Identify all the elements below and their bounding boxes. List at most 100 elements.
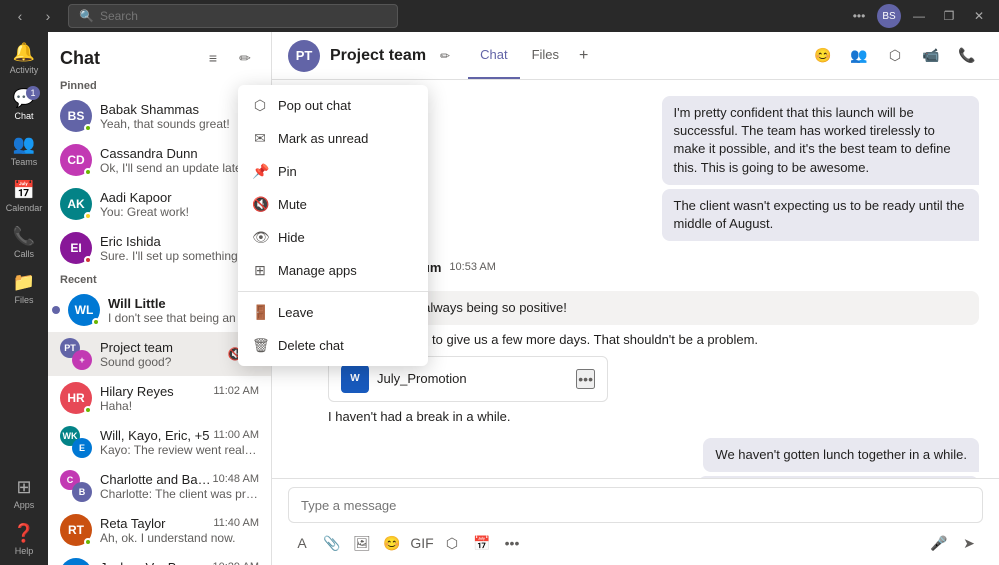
message-input[interactable]	[301, 498, 970, 513]
sidebar-item-calls[interactable]: 📞 Calls	[4, 220, 44, 264]
tab-files[interactable]: Files	[520, 33, 571, 79]
more-toolbar-button[interactable]: •••	[498, 529, 526, 557]
chat-item-name: Hilary Reyes	[100, 384, 174, 399]
list-item[interactable]: RT Reta Taylor 11:40 AM Ah, ok. I unders…	[48, 508, 271, 552]
avatar: EI	[60, 232, 92, 264]
context-menu-delete[interactable]: 🗑 Delete chat	[238, 329, 428, 362]
status-dot	[92, 318, 100, 326]
context-menu-hide[interactable]: 👁 Hide	[238, 221, 428, 254]
avatar: C B	[60, 470, 92, 502]
edit-title-icon[interactable]: ✏	[440, 49, 450, 63]
chat-item-name: Charlotte and Babak	[100, 472, 213, 487]
image-button[interactable]: 🖼	[348, 529, 376, 557]
chat-badge: 1	[26, 86, 40, 100]
sidebar-item-teams[interactable]: 👥 Teams	[4, 128, 44, 172]
titlebar-nav: ‹ ›	[8, 4, 60, 28]
apps-label: Apps	[14, 500, 35, 510]
format-button[interactable]: A	[288, 529, 316, 557]
context-menu: ⬡ Pop out chat ✉ Mark as unread 📌 Pin 🔇 …	[238, 85, 428, 366]
avatar: PT +	[60, 338, 92, 370]
sidebar-item-calendar[interactable]: 📅 Calendar	[4, 174, 44, 218]
message-text: I haven't had a break in a while.	[328, 408, 979, 426]
chat-item-name: Will, Kayo, Eric, +5	[100, 428, 209, 443]
chat-item-content: Will, Kayo, Eric, +5 11:00 AM Kayo: The …	[100, 428, 259, 457]
chat-item-content: Aadi Kapoor You: Great work!	[100, 190, 259, 219]
attach-button[interactable]: 📎	[318, 529, 346, 557]
tab-chat[interactable]: Chat	[468, 33, 519, 79]
titlebar: ‹ › 🔍 ••• BS — ❐ ✕	[0, 0, 999, 32]
user-avatar[interactable]: BS	[877, 4, 901, 28]
more-button[interactable]: •••	[847, 4, 871, 28]
sidebar-item-apps[interactable]: ⊞ Apps	[4, 471, 44, 515]
group-avatar: WK E	[60, 426, 92, 458]
filter-button[interactable]: ≡	[199, 44, 227, 72]
files-icon: 📁	[13, 272, 35, 293]
context-menu-pop-out[interactable]: ⬡ Pop out chat	[238, 89, 428, 122]
emoji-toolbar-button[interactable]: 😊	[378, 529, 406, 557]
context-menu-leave[interactable]: 🚪 Leave	[238, 296, 428, 329]
file-more-button[interactable]: •••	[576, 369, 595, 389]
unread-dot	[52, 306, 60, 314]
nav-back-button[interactable]: ‹	[8, 4, 32, 28]
group-avatar: PT +	[60, 338, 92, 370]
avatar: BS	[60, 100, 92, 132]
audio-call-button[interactable]: 📞	[951, 40, 983, 72]
message-input-box[interactable]	[288, 487, 983, 523]
chat-item-name: Eric Ishida	[100, 234, 161, 249]
close-button[interactable]: ✕	[967, 4, 991, 28]
leave-icon: 🚪	[252, 304, 268, 321]
avatar: HR	[60, 382, 92, 414]
context-menu-delete-label: Delete chat	[278, 338, 344, 353]
status-dot	[84, 256, 92, 264]
chat-panel-actions: ≡ ✏	[199, 44, 259, 72]
chat-nav-label: Chat	[14, 111, 33, 121]
chat-item-preview: Ah, ok. I understand now.	[100, 531, 259, 545]
dictation-button[interactable]: 🎤	[925, 529, 953, 557]
status-dot	[84, 124, 92, 132]
sidebar-item-files[interactable]: 📁 Files	[4, 266, 44, 310]
list-item[interactable]: WK E Will, Kayo, Eric, +5 11:00 AM Kayo:…	[48, 420, 271, 464]
teams-label: Teams	[11, 157, 38, 167]
context-menu-divider	[238, 291, 428, 292]
chat-main-actions: 😊 👥 ⬡ 📹 📞	[807, 40, 983, 72]
share-button[interactable]: ⬡	[879, 40, 911, 72]
chat-item-preview: Sound good?	[100, 355, 219, 369]
titlebar-search-box[interactable]: 🔍	[68, 4, 398, 28]
activity-label: Activity	[10, 65, 39, 75]
word-file-icon: W	[341, 365, 369, 393]
context-menu-mute[interactable]: 🔇 Mute	[238, 188, 428, 221]
calendar-icon: 📅	[13, 180, 35, 201]
nav-forward-button[interactable]: ›	[36, 4, 60, 28]
search-input[interactable]	[100, 9, 387, 23]
gif-button[interactable]: GIF	[408, 529, 436, 557]
context-menu-pin[interactable]: 📌 Pin	[238, 155, 428, 188]
context-menu-mark-unread[interactable]: ✉ Mark as unread	[238, 122, 428, 155]
maximize-button[interactable]: ❐	[937, 4, 961, 28]
participants-button[interactable]: 👥	[843, 40, 875, 72]
chat-item-name: Will Little	[108, 296, 166, 311]
sidebar-item-chat[interactable]: 💬 Chat 1	[4, 82, 44, 126]
chat-item-preview: You: Great work!	[100, 205, 259, 219]
video-call-button[interactable]: 📹	[915, 40, 947, 72]
schedule-button[interactable]: 📅	[468, 529, 496, 557]
context-menu-manage-apps[interactable]: ⊞ Manage apps	[238, 254, 428, 287]
send-button[interactable]: ➤	[955, 529, 983, 557]
minimize-button[interactable]: —	[907, 4, 931, 28]
sidebar-item-help[interactable]: ❓ Help	[4, 517, 44, 561]
sidebar-item-activity[interactable]: 🔔 Activity	[4, 36, 44, 80]
new-chat-button[interactable]: ✏	[231, 44, 259, 72]
sticker-button[interactable]: ⬡	[438, 529, 466, 557]
add-tab-button[interactable]: +	[571, 33, 596, 79]
list-item[interactable]: JV Joshua VanBuren 10:29 AM Thanks for r…	[48, 552, 271, 565]
status-dot	[84, 406, 92, 414]
chat-item-content: Babak Shammas 11:3 Yeah, that sounds gre…	[100, 102, 259, 131]
message-time: 10:53 AM	[449, 261, 495, 273]
message-group-right: I'm pretty confident that this launch wi…	[450, 96, 979, 241]
titlebar-left: ‹ › 🔍	[8, 4, 398, 28]
delete-icon: 🗑	[252, 337, 268, 354]
emoji-button[interactable]: 😊	[807, 40, 839, 72]
list-item[interactable]: C B Charlotte and Babak 10:48 AM Charlot…	[48, 464, 271, 508]
chat-tabs: Chat Files +	[468, 33, 596, 79]
list-item[interactable]: HR Hilary Reyes 11:02 AM Haha!	[48, 376, 271, 420]
chat-item-time: 10:29 AM	[213, 561, 259, 565]
